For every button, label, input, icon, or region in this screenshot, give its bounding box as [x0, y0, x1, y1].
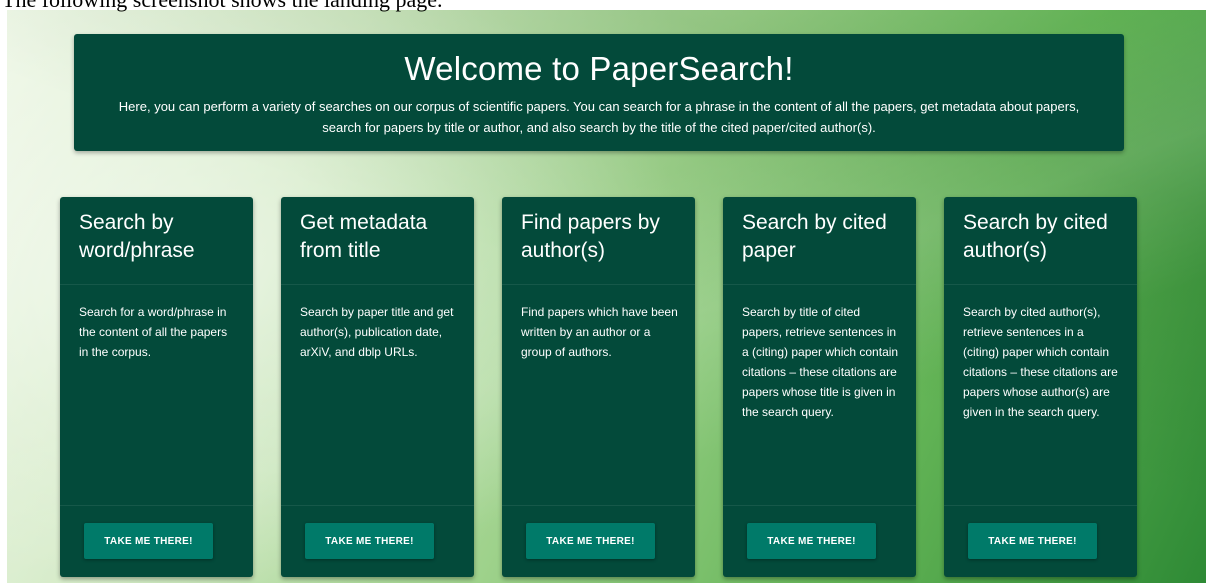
card-search-by-cited-paper: Search by cited paper Search by title of… — [723, 197, 916, 577]
card-description: Find papers which have been written by a… — [521, 305, 678, 359]
card-description: Search by paper title and get author(s),… — [300, 305, 454, 359]
card-description: Search by title of cited papers, retriev… — [742, 305, 899, 419]
welcome-description: Here, you can perform a variety of searc… — [118, 99, 1080, 135]
card-divider — [502, 505, 695, 506]
card-get-metadata-from-title: Get metadata from title Search by paper … — [281, 197, 474, 577]
search-options: Search by word/phrase Search for a word/… — [60, 197, 1160, 577]
welcome-banner: Welcome to PaperSearch! Here, you can pe… — [74, 34, 1124, 151]
card-title: Search by cited paper — [742, 211, 887, 262]
take-me-there-button-authors[interactable]: TAKE ME THERE! — [526, 523, 655, 559]
card-divider — [281, 284, 474, 285]
card-divider — [944, 505, 1137, 506]
welcome-title: Welcome to PaperSearch! — [404, 50, 794, 87]
card-divider — [723, 505, 916, 506]
card-title: Get metadata from title — [300, 211, 428, 262]
card-title: Search by word/phrase — [79, 211, 195, 262]
card-description: Search by cited author(s), retrieve sent… — [963, 305, 1118, 419]
card-description: Search for a word/phrase in the content … — [79, 305, 228, 359]
take-me-there-button-cited-authors[interactable]: TAKE ME THERE! — [968, 523, 1097, 559]
card-title: Search by cited author(s) — [963, 211, 1108, 262]
card-search-by-word-phrase: Search by word/phrase Search for a word/… — [60, 197, 253, 577]
card-title: Find papers by author(s) — [521, 211, 660, 262]
take-me-there-button-cited-paper[interactable]: TAKE ME THERE! — [747, 523, 876, 559]
document-caption: The following screenshot shows the landi… — [0, 0, 1206, 11]
landing-page: Welcome to PaperSearch! Here, you can pe… — [7, 7, 1206, 583]
take-me-there-button-word-phrase[interactable]: TAKE ME THERE! — [84, 523, 213, 559]
card-divider — [281, 505, 474, 506]
card-divider — [723, 284, 916, 285]
card-divider — [60, 505, 253, 506]
card-divider — [502, 284, 695, 285]
card-divider — [60, 284, 253, 285]
card-find-papers-by-authors: Find papers by author(s) Find papers whi… — [502, 197, 695, 577]
card-search-by-cited-authors: Search by cited author(s) Search by cite… — [944, 197, 1137, 577]
take-me-there-button-metadata[interactable]: TAKE ME THERE! — [305, 523, 434, 559]
card-divider — [944, 284, 1137, 285]
